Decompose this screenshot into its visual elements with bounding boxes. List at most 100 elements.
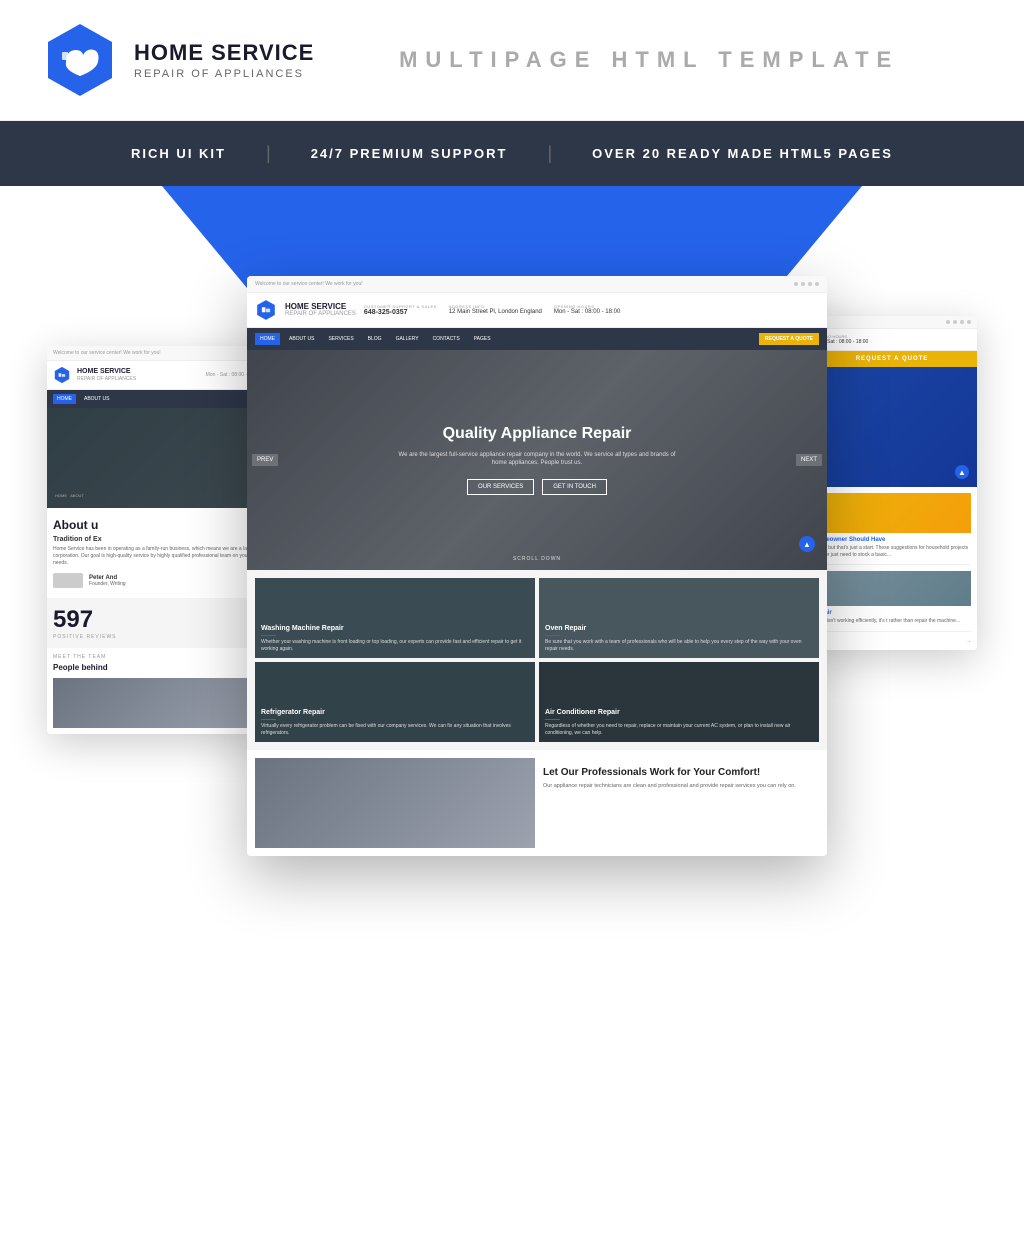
scroll-down-label: SCROLL DOWN [513,556,561,562]
about-sub: Tradition of Ex [53,536,261,543]
site-header: HOME SERVICE REPAIR OF APPLIANCES MULTIP… [0,0,1024,121]
hours-info: OPENING HOURS Mon - Sat : 08:00 - 18:00 [554,304,620,316]
left-nav-about[interactable]: ABOUT US [80,394,113,404]
left-mockup-nav: HOME ABOUT US [47,390,267,408]
bottom-title: Let Our Professionals Work for Your Comf… [543,766,815,779]
right-hero-image: ▲ [807,367,977,487]
dot-1 [794,282,798,286]
dot-4 [815,282,819,286]
nav-services[interactable]: SERVICES [323,333,358,345]
hero-services-btn[interactable]: OUR SERVICES [467,479,534,495]
service-line-1 [261,635,276,636]
left-logo-text: HOME SERVICE REPAIR OF APPLIANCES [77,368,136,382]
stat-label: POSITIVE REVIEWS [53,634,261,640]
left-mockup-header: HOME SERVICE REPAIR OF APPLIANCES Mon - … [47,361,267,390]
hero-prev-btn[interactable]: PREV [252,454,278,466]
hero-next-btn[interactable]: NEXT [796,454,822,466]
feature-3: OVER 20 READY MADE HTML5 PAGES [552,146,933,161]
right-dots [946,320,971,324]
left-mockup-about: About u Tradition of Ex Home Service has… [47,508,267,598]
scroll-up-btn[interactable]: ▲ [799,536,815,552]
main-bottom: Let Our Professionals Work for Your Comf… [247,750,827,856]
team-label: MEET THE TEAM [53,654,261,660]
hero-buttons: OUR SERVICES GET IN TOUCH [467,479,607,495]
nav-contacts[interactable]: CONTACTS [428,333,465,345]
services-grid: Washing Machine Repair Whether your wash… [247,570,827,750]
blog-image-1 [813,493,971,533]
blog-text-2: ...and isn't working efficiently, it's t… [813,618,971,625]
service-card-3: Refrigerator Repair Virtually every refr… [255,662,535,742]
logo-title: HOME SERVICE [134,40,314,66]
right-blog: Homeowner Should Have ...mer, but that's… [807,487,977,650]
left-mockup: Welcome to our service center! We work f… [47,346,267,734]
left-mockup-stat: 597 POSITIVE REVIEWS [47,598,267,648]
right-cta-button[interactable]: REQUEST A QUOTE [807,351,977,367]
left-logo-icon [53,366,71,384]
service-desc-3: Virtually every refrigerator problem can… [261,723,529,736]
left-mockup-team: MEET THE TEAM People behind [47,648,267,734]
service-desc-1: Whether your washing machine is front lo… [261,639,529,652]
hero-contact-btn[interactable]: GET IN TOUCH [542,479,607,495]
service-title-2: Oven Repair [545,625,813,632]
service-card-4: Air Conditioner Repair Regardless of whe… [539,662,819,742]
features-bar: RICH UI KIT | 24/7 PREMIUM SUPPORT | OVE… [0,121,1024,186]
bottom-desc: Our appliance repair technicians are cle… [543,783,815,791]
left-mockup-hero: HOME ABOUT [47,408,267,508]
feature-1: RICH UI KIT [91,146,266,161]
nav-blog[interactable]: BLOG [363,333,387,345]
right-mockup: OPENING HOURS Mon - Sat : 08:00 - 18:00 … [807,316,977,650]
main-topbar: Welcome to our service center! We work f… [247,276,827,293]
logo-text-area: HOME SERVICE REPAIR OF APPLIANCES [134,40,314,80]
service-desc-4: Regardless of whether you need to repair… [545,723,813,736]
left-nav-home[interactable]: HOME [53,394,76,404]
main-header-info: CUSTOMER SUPPORT & SALES 648-325-0357 AD… [364,304,819,316]
signature-info: Peter And Founder, Writing [89,575,126,587]
right-scroll-btn[interactable]: ▲ [955,465,969,479]
right-hours-info: OPENING HOURS Mon - Sat : 08:00 - 18:00 [807,329,977,351]
logo-subtitle: REPAIR OF APPLIANCES [134,68,314,80]
main-header-logo-text: HOME SERVICE REPAIR OF APPLIANCES [285,302,356,319]
hero-description: We are the largest full-service applianc… [397,451,677,468]
main-header-bar: HOME SERVICE REPAIR OF APPLIANCES CUSTOM… [247,293,827,328]
signature-image [53,573,83,588]
service-card-1: Washing Machine Repair Whether your wash… [255,578,535,658]
nav-about[interactable]: ABOUT US [284,333,319,345]
dot-2 [801,282,805,286]
blog-title-1: Homeowner Should Have [813,537,971,543]
right-more-link[interactable]: → [813,638,971,644]
service-card-2: Oven Repair Be sure that you work with a… [539,578,819,658]
main-logo-icon [255,299,277,321]
rdot-4 [967,320,971,324]
main-nav: HOME ABOUT US SERVICES BLOG GALLERY CONT… [247,328,827,350]
blog-item-2: Repair ...and isn't working efficiently,… [813,571,971,632]
address-info: ADDRESS INFO 12 Main Street Pl, London E… [449,304,542,316]
mockups-container: Welcome to our service center! We work f… [0,186,1024,896]
header-tagline: MULTIPAGE HTML TEMPLATE [314,47,984,73]
nav-cta[interactable]: REQUEST A QUOTE [759,333,819,345]
left-mockup-topbar: Welcome to our service center! We work f… [47,346,267,361]
rdot-1 [946,320,950,324]
feature-2: 24/7 PREMIUM SUPPORT [271,146,548,161]
service-line-4 [545,719,560,720]
blog-item-1: Homeowner Should Have ...mer, but that's… [813,493,971,565]
logo-icon [40,20,120,100]
about-text: Home Service has been in operating as a … [53,546,261,567]
stat-number: 597 [53,606,261,634]
service-title-3: Refrigerator Repair [261,709,529,716]
dot-3 [808,282,812,286]
blog-image-2 [813,571,971,606]
service-desc-2: Be sure that you work with a team of pro… [545,639,813,652]
main-mockup: Welcome to our service center! We work f… [247,276,827,856]
bottom-image [255,758,535,848]
nav-gallery[interactable]: GALLERY [391,333,424,345]
bottom-text: Let Our Professionals Work for Your Comf… [539,758,819,848]
about-title: About u [53,518,261,532]
contact-info: CUSTOMER SUPPORT & SALES 648-325-0357 [364,304,437,316]
nav-home[interactable]: HOME [255,333,280,345]
rdot-3 [960,320,964,324]
team-title: People behind [53,663,261,672]
preview-section: Welcome to our service center! We work f… [0,186,1024,1086]
nav-pages[interactable]: PAGES [469,333,496,345]
right-topbar [807,316,977,329]
logo-area: HOME SERVICE REPAIR OF APPLIANCES [40,20,314,100]
